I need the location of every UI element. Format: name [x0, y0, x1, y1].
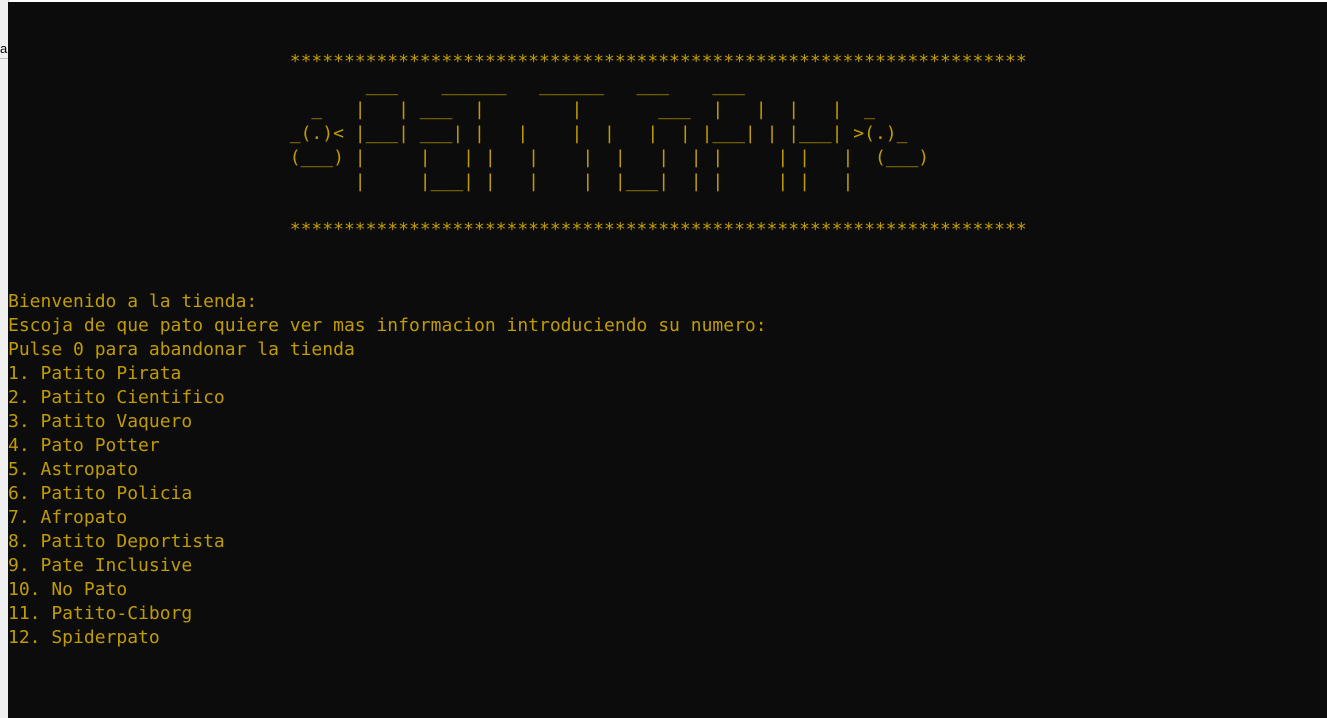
banner-bottom-border: ****************************************… — [8, 219, 1027, 240]
menu-option: 10. No Pato — [8, 579, 128, 600]
menu-option: 5. Astropato — [8, 459, 139, 480]
exit-instruction-text: Pulse 0 para abandonar la tienda — [8, 339, 355, 360]
menu-option: 9. Pate Inclusive — [8, 555, 193, 576]
menu-option: 11. Patito-Ciborg — [8, 603, 193, 624]
menu-option: 12. Spiderpato — [8, 627, 160, 648]
app-window: a **************************************… — [0, 0, 1327, 718]
menu-option: 2. Patito Cientifico — [8, 387, 225, 408]
banner-art-line: _(.)< |___| ___| | | | | | | |___| | |__… — [8, 123, 908, 144]
instruction-text: Escoja de que pato quiere ver mas inform… — [8, 315, 767, 336]
menu-option: 7. Afropato — [8, 507, 128, 528]
divider — [0, 58, 8, 59]
background-window-text: a — [0, 41, 8, 56]
banner-art-line: (___) | | | | | | | | | | | | | (___) — [8, 147, 930, 168]
menu-option: 3. Patito Vaquero — [8, 411, 193, 432]
console-output: ****************************************… — [8, 50, 1027, 650]
menu-option: 8. Patito Deportista — [8, 531, 225, 552]
banner-art-line: ___ ______ ______ ___ ___ — [8, 75, 745, 96]
menu-option: 1. Patito Pirata — [8, 363, 182, 384]
banner-art-line: | |___| | | | |___| | | | | | — [8, 171, 854, 192]
welcome-text: Bienvenido a la tienda: — [8, 291, 258, 312]
banner-art-line: _ | | ___ | | ___ | | | | _ — [8, 99, 875, 120]
menu-option: 4. Pato Potter — [8, 435, 160, 456]
console-window[interactable]: ****************************************… — [8, 2, 1327, 718]
banner-top-border: ****************************************… — [8, 51, 1027, 72]
menu-option: 6. Patito Policia — [8, 483, 193, 504]
